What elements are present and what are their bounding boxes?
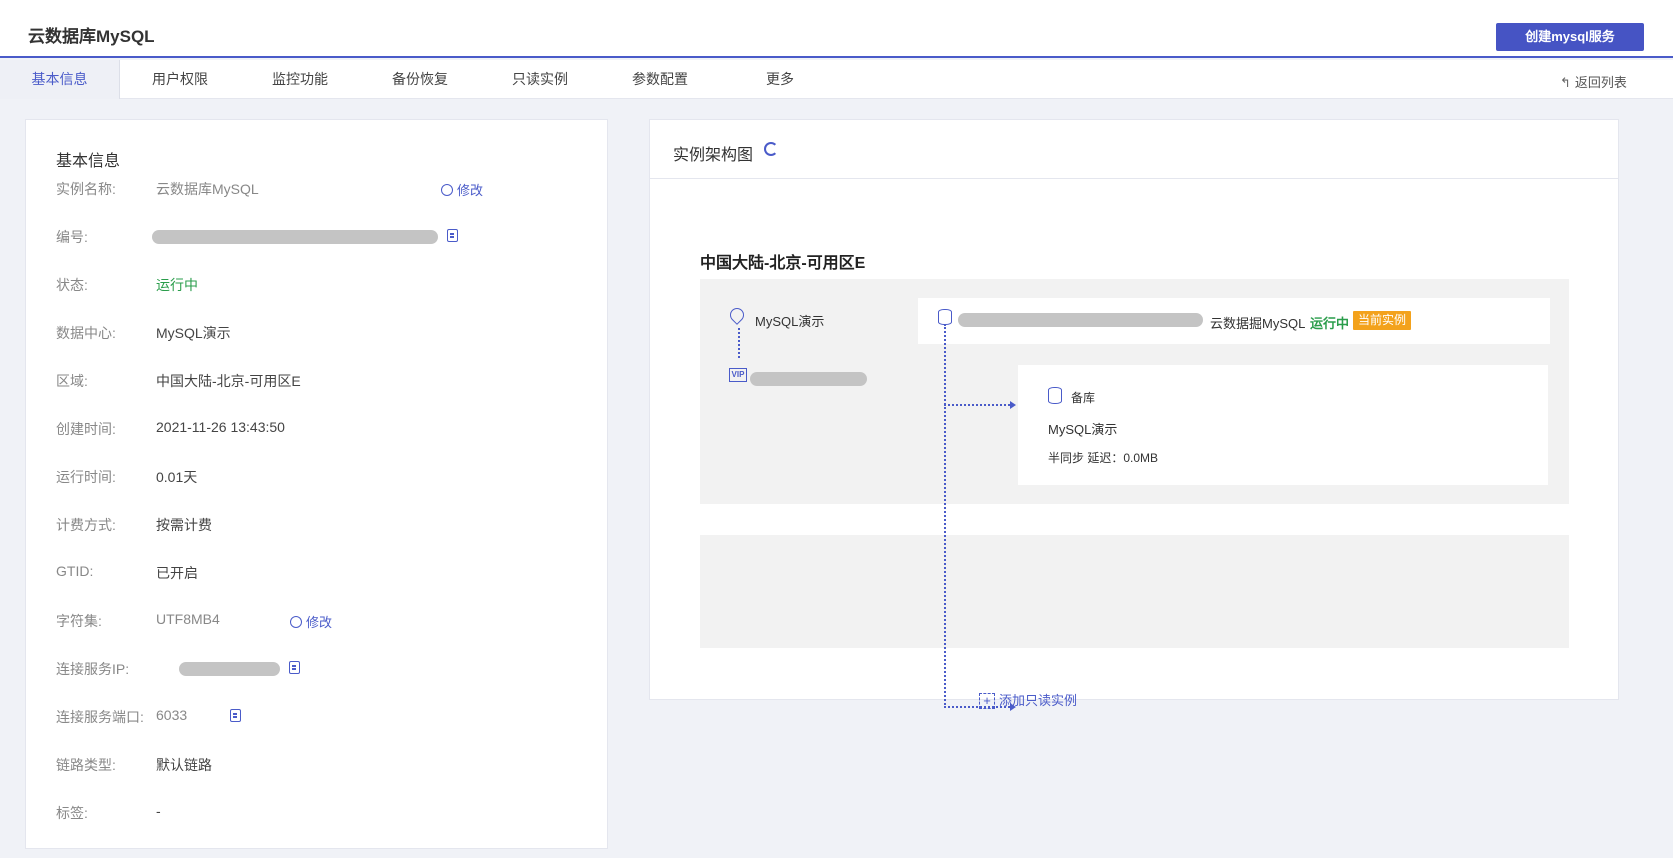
- current-instance-badge: 当前实例: [1353, 311, 1412, 330]
- edit-charset-button[interactable]: 修改: [290, 612, 332, 631]
- info-label: 运行时间:: [56, 469, 116, 485]
- info-label: GTID:: [56, 563, 94, 579]
- datacenter-name: MySQL演示: [755, 314, 825, 329]
- tab-bar: 基本信息 用户权限 监控功能 备份恢复 只读实例 参数配置 更多 ↰ 返回列表: [0, 60, 1673, 99]
- link-type-value: 默认链路: [156, 757, 212, 773]
- connector-line: [944, 404, 1010, 406]
- info-label: 标签:: [56, 805, 88, 821]
- add-readonly-label: 添加只读实例: [999, 693, 1078, 708]
- zone-title: 中国大陆-北京-可用区E: [700, 255, 866, 272]
- refresh-icon[interactable]: [764, 142, 778, 156]
- connector-line: [738, 328, 740, 358]
- info-label: 编号:: [56, 229, 88, 245]
- tab-backup-restore[interactable]: 备份恢复: [360, 60, 480, 99]
- tab-monitoring[interactable]: 监控功能: [240, 60, 360, 99]
- create-mysql-button[interactable]: 创建mysql服务: [1496, 23, 1644, 51]
- copy-icon[interactable]: [230, 709, 241, 722]
- backup-name: MySQL演示: [1048, 422, 1118, 437]
- add-icon: +: [979, 693, 995, 709]
- port-value: 6033: [156, 707, 188, 723]
- region-value: 中国大陆-北京-可用区E: [156, 373, 301, 389]
- tab-basic-info[interactable]: 基本信息: [0, 60, 120, 99]
- info-label: 链路类型:: [56, 757, 116, 773]
- info-label: 计费方式:: [56, 517, 116, 533]
- tags-value: -: [156, 803, 161, 819]
- architecture-header: 实例架构图: [650, 120, 1618, 179]
- master-instance-row: 云数据掘MySQL 运行中 当前实例: [918, 298, 1550, 344]
- info-label: 创建时间:: [56, 421, 116, 437]
- info-label: 连接服务端口:: [56, 709, 144, 725]
- info-label: 区域:: [56, 373, 88, 389]
- tab-user-permissions[interactable]: 用户权限: [120, 60, 240, 99]
- master-status: 运行中: [1310, 316, 1350, 331]
- created-time-value: 2021-11-26 13:43:50: [156, 419, 285, 435]
- edit-icon: [441, 184, 453, 196]
- info-label: 实例名称:: [56, 181, 116, 197]
- architecture-title: 实例架构图: [673, 147, 754, 164]
- tab-readonly-instances[interactable]: 只读实例: [480, 60, 600, 99]
- edit-icon: [290, 616, 302, 628]
- master-name: 云数据掘MySQL: [1210, 316, 1306, 331]
- backup-title: 备库: [1071, 391, 1096, 405]
- copy-icon[interactable]: [289, 661, 300, 674]
- back-link-label: 返回列表: [1574, 75, 1627, 90]
- arrow-icon: [1010, 401, 1016, 409]
- add-readonly-instance-button[interactable]: + 添加只读实例: [979, 690, 1077, 709]
- return-arrow-icon: ↰: [1560, 75, 1571, 90]
- page-title: 云数据库MySQL: [28, 27, 155, 46]
- top-bar: 云数据库MySQL 创建mysql服务: [0, 0, 1673, 58]
- copy-icon[interactable]: [447, 229, 458, 242]
- gtid-value: 已开启: [156, 565, 198, 581]
- datacenter-value: MySQL演示: [156, 325, 231, 341]
- info-label: 字符集:: [56, 613, 102, 629]
- edit-label: 修改: [457, 183, 484, 198]
- location-pin-icon: [727, 305, 747, 325]
- instance-name-value: 云数据库MySQL: [156, 181, 259, 197]
- redacted-ip: [179, 662, 280, 676]
- tab-parameters[interactable]: 参数配置: [600, 60, 720, 99]
- redacted-instance-id: [958, 313, 1203, 327]
- connector-line: [944, 324, 946, 708]
- info-label: 连接服务IP:: [56, 661, 130, 677]
- edit-name-button[interactable]: 修改: [441, 180, 483, 199]
- redacted-vip: [750, 372, 867, 386]
- architecture-panel: 实例架构图 中国大陆-北京-可用区E MySQL演示 VIP 云数据掘MySQL…: [649, 119, 1619, 711]
- uptime-value: 0.01天: [156, 469, 198, 485]
- info-label: 状态:: [56, 277, 88, 293]
- basic-info-title: 基本信息: [56, 153, 121, 170]
- backup-sync-info: 半同步 延迟：0.0MB: [1048, 451, 1159, 465]
- redacted-id: [152, 230, 438, 244]
- status-value: 运行中: [156, 277, 198, 293]
- backup-instance-card[interactable]: 备库 MySQL演示 半同步 延迟：0.0MB: [1018, 365, 1548, 485]
- database-icon: [938, 309, 952, 325]
- readonly-zone-box: [700, 535, 1569, 648]
- zone-box: MySQL演示 VIP 云数据掘MySQL 运行中 当前实例 备库 MySQL演…: [700, 279, 1569, 504]
- vip-icon: VIP: [729, 368, 747, 382]
- tab-more[interactable]: 更多: [720, 60, 840, 99]
- backup-database-icon: [1048, 387, 1062, 404]
- info-label: 数据中心:: [56, 325, 116, 341]
- back-to-list-link[interactable]: ↰ 返回列表: [1560, 72, 1627, 91]
- edit-label: 修改: [306, 615, 333, 630]
- billing-value: 按需计费: [156, 517, 212, 533]
- charset-value: UTF8MB4: [156, 611, 220, 627]
- basic-info-panel: 基本信息 实例名称: 云数据库MySQL 修改 编号: 状态: 运行中 数据中心…: [25, 119, 608, 849]
